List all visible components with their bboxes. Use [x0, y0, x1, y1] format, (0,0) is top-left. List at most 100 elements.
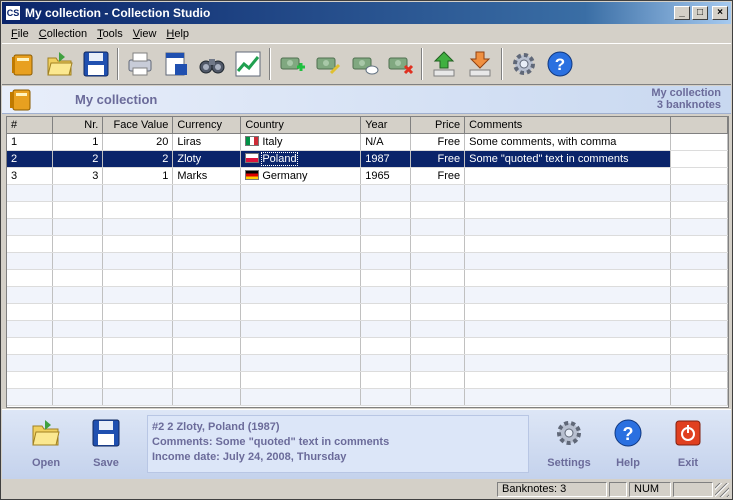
collection-header: My collection My collection 3 banknotes: [2, 86, 731, 114]
menu-accelerator: C: [38, 27, 47, 40]
empty-cell: [410, 201, 466, 219]
column-header[interactable]: Price: [410, 117, 466, 134]
empty-cell: [670, 337, 728, 355]
menu-bar: File Collection Tools View Help: [2, 24, 731, 43]
empty-cell: [52, 286, 104, 304]
column-header[interactable]: Currency: [172, 117, 242, 134]
exit-big-button[interactable]: Exit: [660, 418, 716, 469]
empty-cell: [52, 201, 104, 219]
column-header[interactable]: #: [7, 117, 54, 134]
open-folder-icon: [47, 52, 73, 76]
table-row[interactable]: 3 3 1 Marks Germany 1965 Free: [7, 167, 728, 185]
menu-accelerator: V: [132, 27, 140, 40]
open-big-button[interactable]: Open: [18, 418, 74, 469]
table-cell-num: 1: [7, 133, 54, 151]
empty-cell: [172, 354, 242, 372]
new-collection-icon: [12, 54, 33, 76]
menu-tools[interactable]: Tools: [92, 28, 128, 40]
banknotes-table[interactable]: # Nr. Face Value Currency Country Year Price Co…: [6, 116, 729, 408]
column-header[interactable]: Nr.: [52, 117, 104, 134]
svg-text:?: ?: [555, 55, 565, 74]
settings-button[interactable]: [506, 46, 542, 82]
table-row[interactable]: 2 2 2 Zloty Poland 1987 Free Some "quoted" text…: [7, 150, 728, 168]
info-comments: Comments: Some "quoted" text in comments: [152, 436, 390, 448]
minimize-button[interactable]: _: [674, 6, 690, 20]
print-preview-button[interactable]: [158, 46, 194, 82]
close-button[interactable]: ×: [712, 6, 728, 20]
title-bar[interactable]: CS My collection - Collection Studio _ □…: [2, 2, 731, 24]
help-big-button[interactable]: ? Help: [600, 418, 656, 469]
empty-cell: [52, 388, 104, 406]
empty-row: [7, 354, 728, 372]
table-cell-num: 2: [7, 150, 54, 168]
empty-cell: [52, 235, 104, 253]
find-button[interactable]: [194, 46, 230, 82]
open-label: Open: [31, 457, 61, 469]
country-name: Italy: [262, 135, 283, 148]
column-header[interactable]: Comments: [464, 117, 672, 134]
empty-cell: [464, 218, 672, 236]
empty-cell: [102, 252, 174, 270]
empty-cell: [670, 286, 728, 304]
column-header-filler: [670, 117, 728, 134]
toolbar: ?: [2, 43, 731, 85]
empty-cell: [102, 269, 174, 287]
empty-cell: [410, 354, 466, 372]
empty-row: [7, 235, 728, 253]
settings-gear-icon: [513, 53, 535, 75]
delete-item-button[interactable]: [382, 46, 418, 82]
empty-cell: [240, 252, 362, 270]
empty-cell: [7, 235, 54, 253]
download-button[interactable]: [462, 46, 498, 82]
empty-cell: [360, 388, 412, 406]
empty-cell: [360, 269, 412, 287]
empty-cell: [360, 218, 412, 236]
empty-cell: [52, 252, 104, 270]
new-collection-button[interactable]: [6, 46, 42, 82]
menu-help[interactable]: Help: [161, 28, 194, 40]
resize-grip[interactable]: [715, 482, 729, 497]
column-header[interactable]: Face Value: [102, 117, 174, 134]
save-disk-icon: [92, 419, 120, 447]
print-button[interactable]: [122, 46, 158, 82]
table-cell-currency: Liras: [172, 133, 242, 151]
save-button[interactable]: [78, 46, 114, 82]
statistics-button[interactable]: [230, 46, 266, 82]
menu-collection[interactable]: Collection: [34, 28, 92, 40]
save-big-button[interactable]: Save: [78, 418, 134, 469]
table-row[interactable]: 1 1 20 Liras Italy N/A Free Some comments, with…: [7, 133, 728, 151]
empty-row: [7, 201, 728, 219]
empty-cell: [410, 269, 466, 287]
status-empty-panel: [609, 482, 627, 497]
flag-germany-icon: [245, 169, 260, 180]
settings-big-button[interactable]: Settings: [541, 418, 597, 469]
empty-cell: [670, 269, 728, 287]
column-header[interactable]: Year: [360, 117, 412, 134]
settings-label: Settings: [547, 457, 591, 469]
info-income-date: Income date: July 24, 2008, Thursday: [152, 451, 347, 463]
comment-item-button[interactable]: [346, 46, 382, 82]
empty-cell: [464, 303, 672, 321]
table-cell-comments: [464, 167, 672, 185]
edit-item-button[interactable]: [310, 46, 346, 82]
empty-cell: [52, 303, 104, 321]
maximize-button[interactable]: □: [692, 6, 708, 20]
column-header[interactable]: Country: [240, 117, 362, 134]
table-cell-comments: Some comments, with comma: [464, 133, 672, 151]
upload-button[interactable]: [426, 46, 462, 82]
menu-file[interactable]: File: [6, 28, 34, 40]
find-binoculars-icon: [199, 59, 225, 74]
table-cell-country: Germany: [240, 167, 362, 185]
empty-cell: [7, 354, 54, 372]
empty-cell: [240, 388, 362, 406]
collection-summary-count: 3 banknotes: [656, 99, 721, 111]
bottom-panel: Open Save #2 2 Zloty, Poland (1987) Comm…: [2, 409, 731, 479]
table-cell-nr: 2: [52, 150, 104, 168]
help-button[interactable]: ?: [542, 46, 578, 82]
add-item-button[interactable]: [274, 46, 310, 82]
empty-cell: [670, 201, 728, 219]
add-item-icon: [280, 57, 305, 71]
open-button[interactable]: [42, 46, 78, 82]
menu-view[interactable]: View: [128, 28, 162, 40]
empty-cell: [410, 303, 466, 321]
